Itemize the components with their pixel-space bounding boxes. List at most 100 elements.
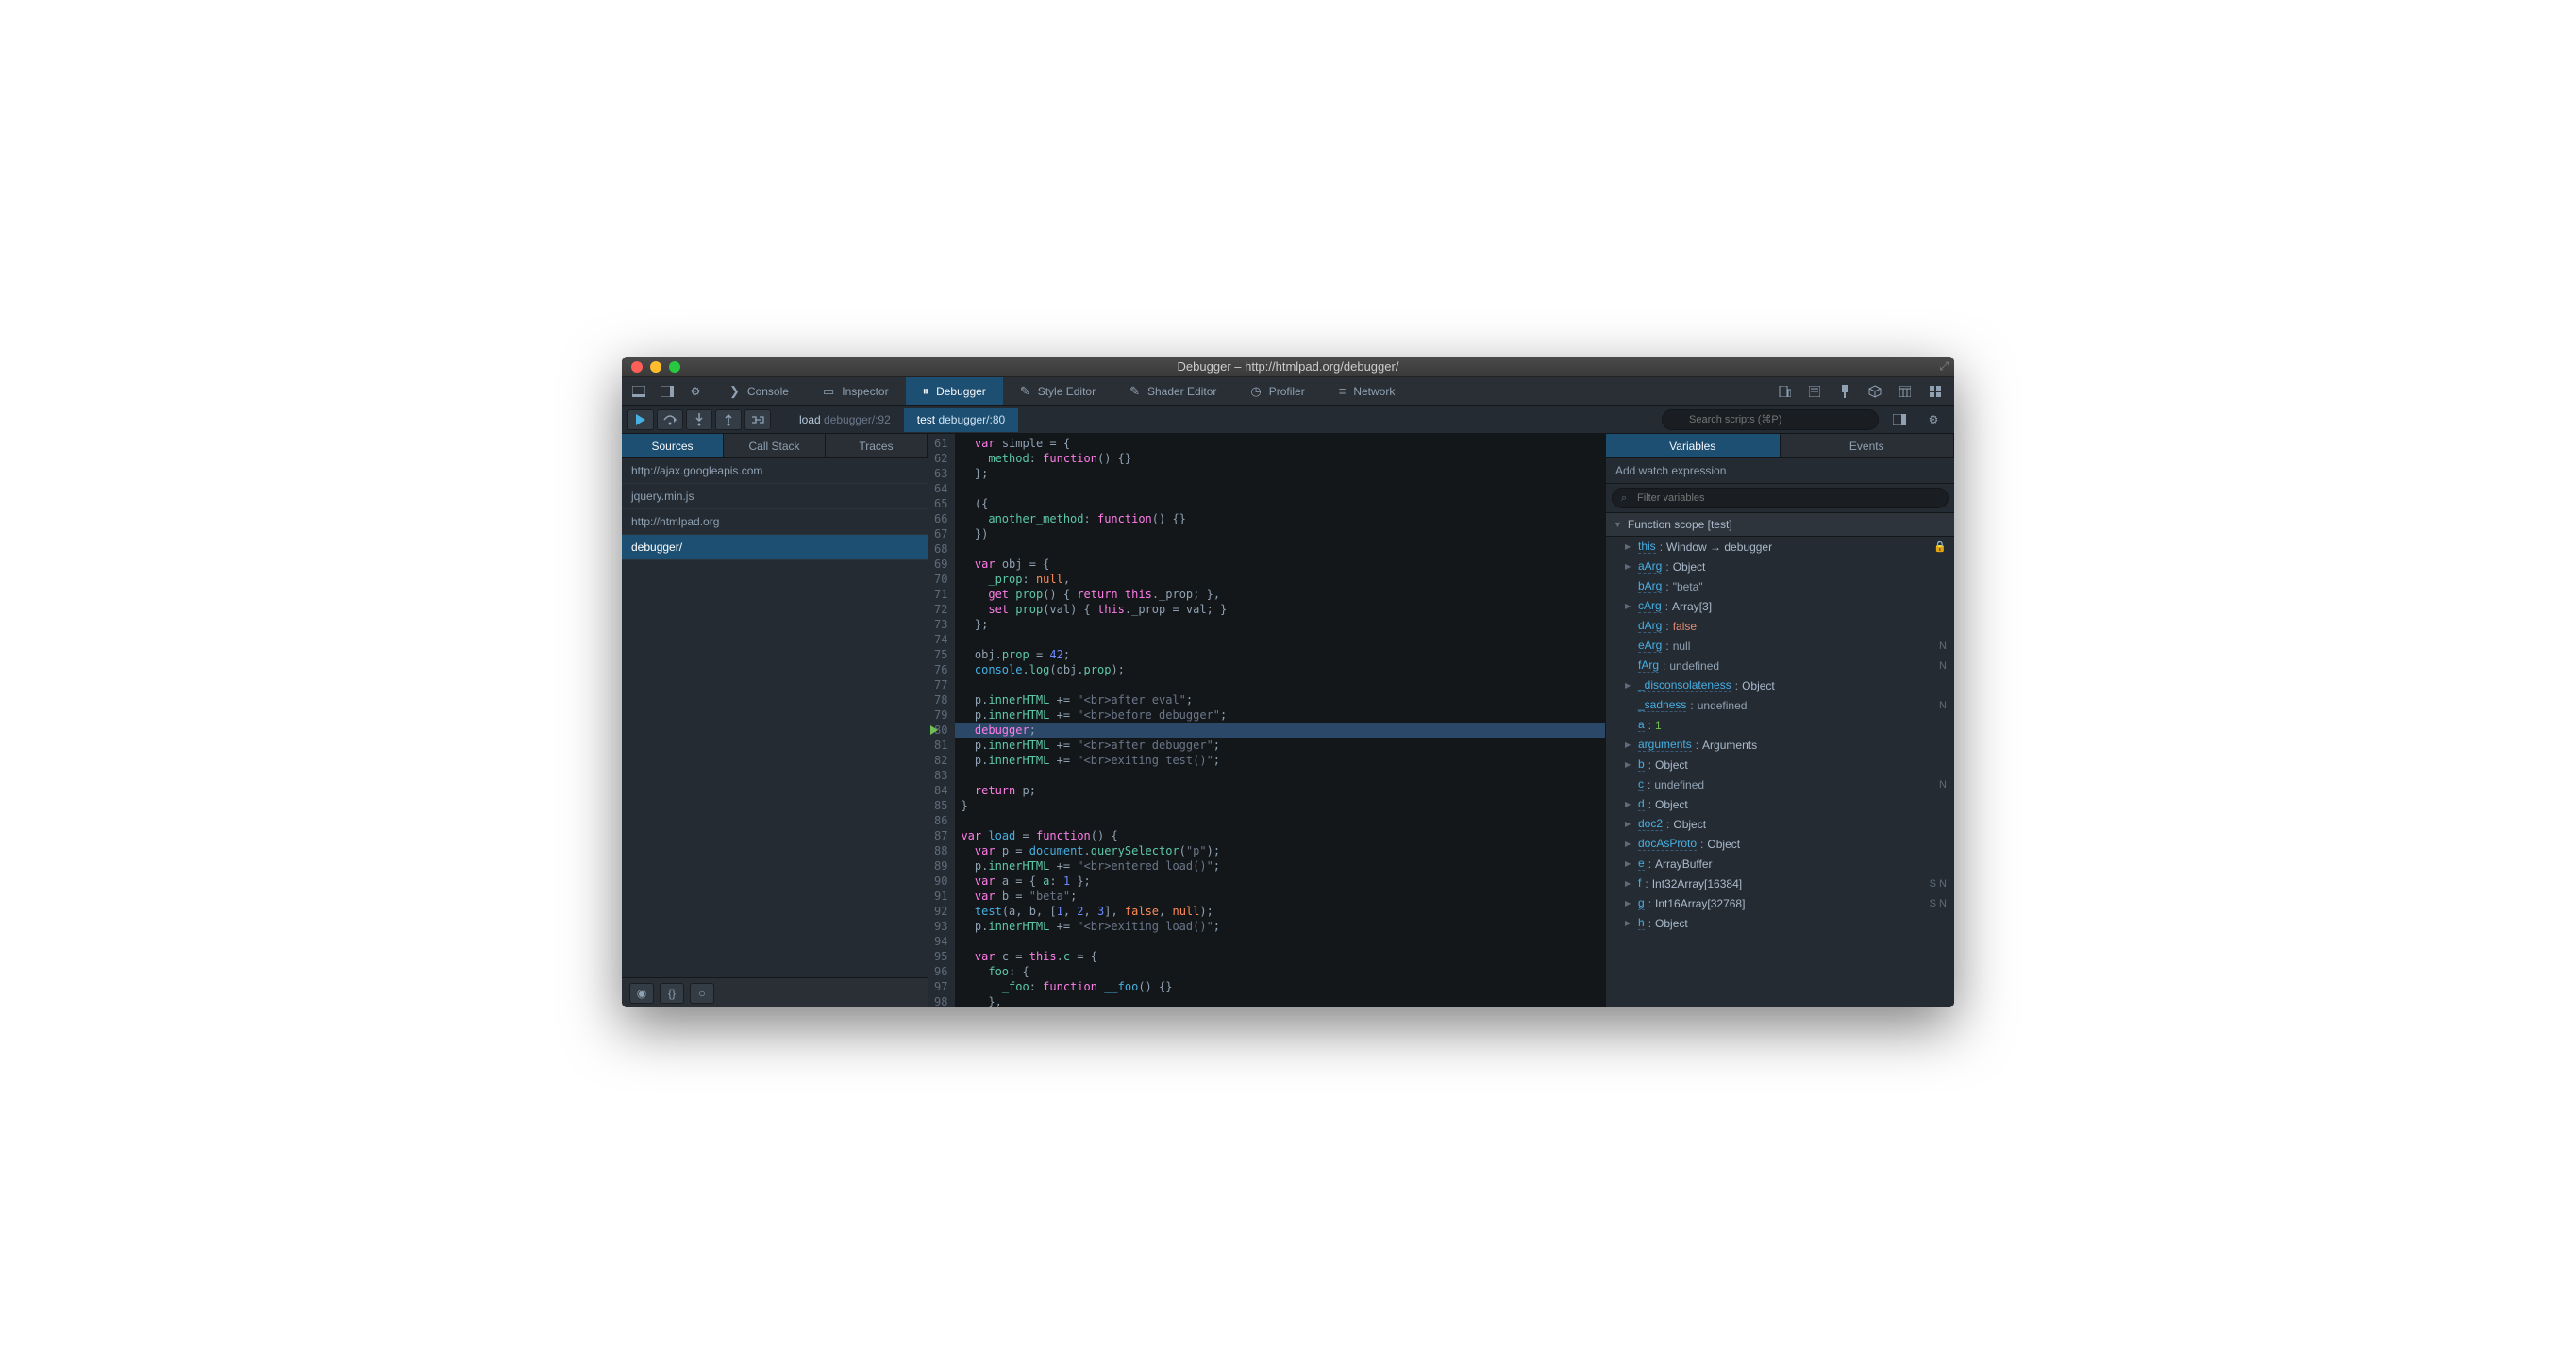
source-item[interactable]: http://ajax.googleapis.com (622, 458, 928, 484)
panel-tab-sources[interactable]: Sources (622, 434, 724, 457)
tool-tab-style-editor[interactable]: ✎Style Editor (1003, 377, 1112, 405)
line-number[interactable]: 95 (934, 949, 947, 964)
line-number[interactable]: 93 (934, 919, 947, 934)
cube-tool-button[interactable] (1862, 380, 1888, 403)
variable-row[interactable]: ▶f: Int32Array[16384]S N (1606, 873, 1954, 893)
resume-button[interactable] (627, 409, 654, 430)
dock-side-button[interactable] (626, 380, 652, 403)
step-over-button[interactable] (657, 409, 683, 430)
panel-tab-call-stack[interactable]: Call Stack (724, 434, 826, 457)
line-number[interactable]: 98 (934, 994, 947, 1007)
tool-tab-console[interactable]: ❯Console (712, 377, 806, 405)
line-number[interactable]: 64 (934, 481, 947, 496)
line-number[interactable]: 79 (934, 707, 947, 723)
tool-tab-network[interactable]: ≡Network (1322, 377, 1413, 405)
variable-row[interactable]: _sadness: undefinedN (1606, 695, 1954, 715)
eye-button[interactable]: ◉ (629, 983, 654, 1004)
add-watch-expression[interactable]: Add watch expression (1606, 458, 1954, 484)
panel-tab-events[interactable]: Events (1781, 434, 1955, 457)
line-number[interactable]: 76 (934, 662, 947, 677)
line-number[interactable]: 92 (934, 904, 947, 919)
panel-tab-variables[interactable]: Variables (1606, 434, 1781, 457)
line-number[interactable]: 77 (934, 677, 947, 692)
tool-tab-shader-editor[interactable]: ✎Shader Editor (1112, 377, 1233, 405)
line-number[interactable]: 91 (934, 889, 947, 904)
stack-frame[interactable]: load debugger/:92 (786, 408, 904, 432)
variable-row[interactable]: ▶_disconsolateness: Object (1606, 675, 1954, 695)
line-number[interactable]: 94 (934, 934, 947, 949)
line-number[interactable]: 83 (934, 768, 947, 783)
line-number[interactable]: 66 (934, 511, 947, 526)
scratchpad-tool-button[interactable] (1801, 380, 1828, 403)
variable-row[interactable]: ▶docAsProto: Object (1606, 834, 1954, 854)
line-number[interactable]: 61 (934, 436, 947, 451)
line-number[interactable]: 85 (934, 798, 947, 813)
line-number[interactable]: 65 (934, 496, 947, 511)
variable-row[interactable]: ▶d: Object (1606, 794, 1954, 814)
variable-row[interactable]: bArg: "beta" (1606, 576, 1954, 596)
dock-right-button[interactable] (654, 380, 680, 403)
line-number[interactable]: 88 (934, 843, 947, 858)
variable-row[interactable]: ▶b: Object (1606, 755, 1954, 774)
line-number[interactable]: 62 (934, 451, 947, 466)
line-number[interactable]: 63 (934, 466, 947, 481)
variable-row[interactable]: dArg: false (1606, 616, 1954, 636)
responsive-tool-button[interactable] (1771, 380, 1798, 403)
line-number[interactable]: 75 (934, 647, 947, 662)
variable-row[interactable]: ▶aArg: Object (1606, 557, 1954, 576)
variable-row[interactable]: ▶doc2: Object (1606, 814, 1954, 834)
tool-tab-profiler[interactable]: ◷Profiler (1233, 377, 1321, 405)
search-scripts-input[interactable] (1662, 409, 1879, 430)
line-number[interactable]: 87 (934, 828, 947, 843)
line-number[interactable]: 96 (934, 964, 947, 979)
source-item[interactable]: jquery.min.js (622, 484, 928, 509)
variable-row[interactable]: ▶this: Window → debugger🔒 (1606, 537, 1954, 557)
gear-button[interactable]: ⚙ (682, 380, 709, 403)
variable-row[interactable]: c: undefinedN (1606, 774, 1954, 794)
source-item[interactable]: http://htmlpad.org (622, 509, 928, 535)
step-out-button[interactable] (715, 409, 742, 430)
tool-tab-debugger[interactable]: ⏸Debugger (906, 377, 1003, 405)
stack-frame[interactable]: test debugger/:80 (904, 408, 1018, 432)
variable-row[interactable]: ▶h: Object (1606, 913, 1954, 933)
variable-row[interactable]: ▶cArg: Array[3] (1606, 596, 1954, 616)
debugger-settings-button[interactable]: ⚙ (1920, 408, 1947, 431)
line-number[interactable]: 89 (934, 858, 947, 873)
toggle-button[interactable] (744, 409, 771, 430)
line-number[interactable]: 90 (934, 873, 947, 889)
line-number[interactable]: 69 (934, 557, 947, 572)
line-number[interactable]: 71 (934, 587, 947, 602)
blackbox-button[interactable]: ○ (690, 983, 714, 1004)
line-number[interactable]: 72 (934, 602, 947, 617)
line-number[interactable]: 74 (934, 632, 947, 647)
code-editor[interactable]: 6162636465666768697071727374757677787980… (928, 434, 1605, 1007)
line-number[interactable]: 70 (934, 572, 947, 587)
step-in-button[interactable] (686, 409, 712, 430)
source-item[interactable]: debugger/ (622, 535, 928, 560)
line-number[interactable]: 80 (934, 723, 947, 738)
variable-row[interactable]: eArg: nullN (1606, 636, 1954, 656)
frames-tool-button[interactable] (1922, 380, 1949, 403)
calendar-tool-button[interactable] (1892, 380, 1918, 403)
variable-row[interactable]: fArg: undefinedN (1606, 656, 1954, 675)
line-number[interactable]: 67 (934, 526, 947, 541)
line-number[interactable]: 97 (934, 979, 947, 994)
line-number[interactable]: 78 (934, 692, 947, 707)
filter-variables-input[interactable] (1612, 488, 1949, 508)
line-number[interactable]: 84 (934, 783, 947, 798)
expand-icon[interactable]: ⤢ (1939, 359, 1949, 374)
line-number[interactable]: 73 (934, 617, 947, 632)
toggle-panel-button[interactable] (1886, 408, 1913, 431)
variable-row[interactable]: ▶arguments: Arguments (1606, 735, 1954, 755)
paint-tool-button[interactable] (1832, 380, 1858, 403)
variable-row[interactable]: ▶e: ArrayBuffer (1606, 854, 1954, 873)
tool-tab-inspector[interactable]: ▭Inspector (806, 377, 906, 405)
panel-tab-traces[interactable]: Traces (826, 434, 928, 457)
line-number[interactable]: 82 (934, 753, 947, 768)
line-number[interactable]: 86 (934, 813, 947, 828)
scope-header[interactable]: ▼ Function scope [test] (1606, 513, 1954, 537)
pretty-print-button[interactable]: {} (660, 983, 684, 1004)
variable-row[interactable]: ▶g: Int16Array[32768]S N (1606, 893, 1954, 913)
variable-row[interactable]: a: 1 (1606, 715, 1954, 735)
line-number[interactable]: 81 (934, 738, 947, 753)
